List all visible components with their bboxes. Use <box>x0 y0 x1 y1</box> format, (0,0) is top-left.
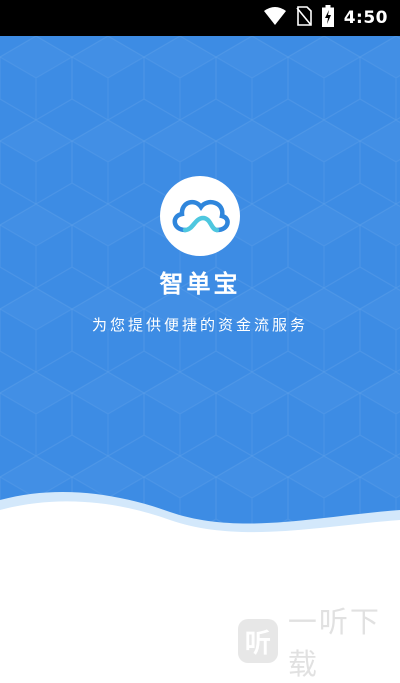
splash-screen: 智单宝 为您提供便捷的资金流服务 听 一听下载 <box>0 36 400 681</box>
app-name: 智单宝 <box>159 270 241 298</box>
wave-divider <box>0 491 400 556</box>
ear-icon: 听 <box>238 619 278 663</box>
download-watermark: 听 一听下载 <box>238 605 400 681</box>
wifi-icon <box>263 7 286 29</box>
app-logo <box>160 176 240 256</box>
status-bar: 4:50 <box>0 0 400 36</box>
battery-charging-icon <box>321 5 334 31</box>
hero-background: 智单宝 为您提供便捷的资金流服务 <box>0 36 400 536</box>
status-time: 4:50 <box>343 8 388 28</box>
app-slogan: 为您提供便捷的资金流服务 <box>91 316 308 334</box>
cloud-icon <box>167 192 233 240</box>
no-sim-icon <box>296 6 312 30</box>
watermark-text: 一听下载 <box>287 605 381 681</box>
